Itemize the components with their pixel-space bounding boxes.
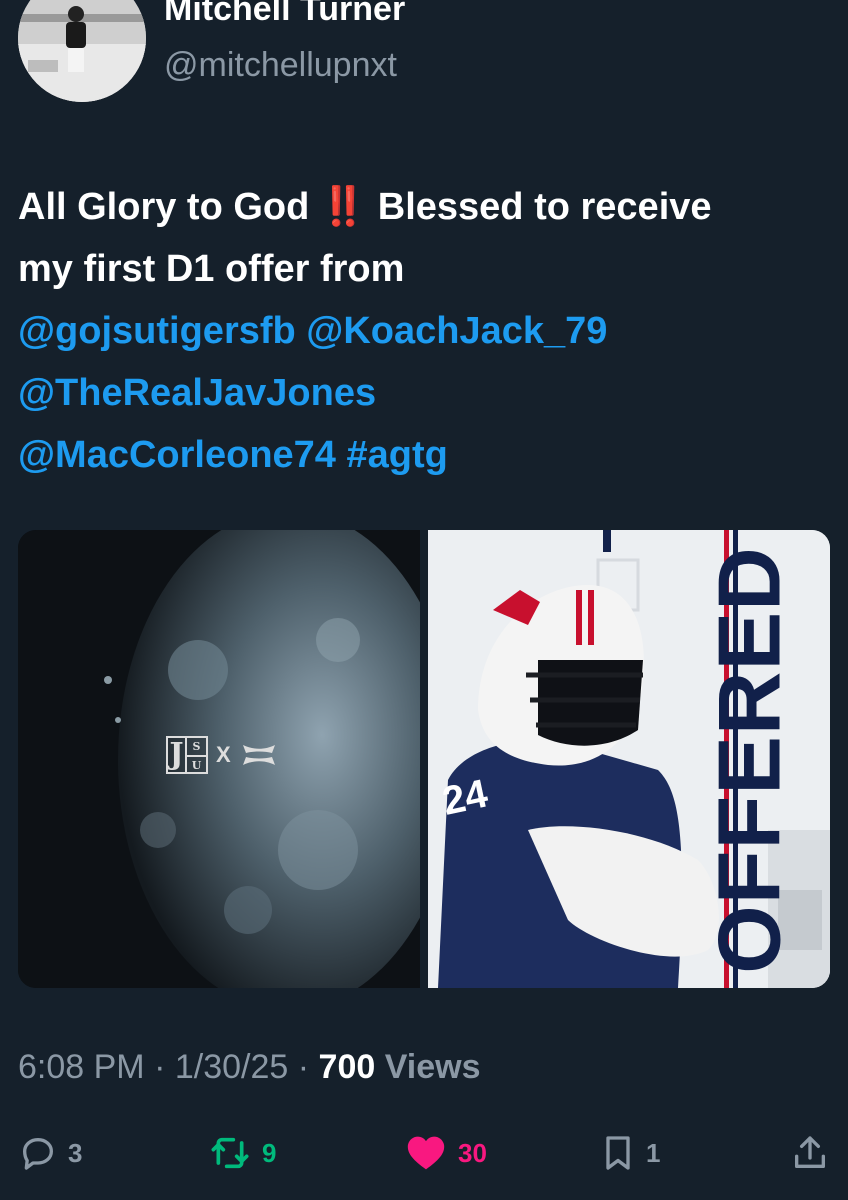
- like-count: 30: [458, 1137, 487, 1168]
- double-exclamation-emoji: ‼️: [319, 186, 368, 228]
- tweet-meta: 6:08 PM · 1/30/25 · 700 Views: [18, 1048, 481, 1087]
- lockup-x: X: [216, 742, 231, 767]
- media-gallery: J S U X 24 OFFERED: [18, 530, 830, 988]
- meta-separator: ·: [297, 1048, 310, 1086]
- tweet-text: All Glory to God ‼️ Blessed to receive m…: [18, 176, 838, 486]
- like-button[interactable]: 30: [404, 1128, 487, 1178]
- repost-count: 9: [262, 1137, 277, 1168]
- media-image-right[interactable]: 24 OFFERED: [428, 530, 830, 988]
- tweet-action-bar: 3 9 30 1: [0, 1128, 848, 1178]
- bookmark-button[interactable]: 1: [600, 1128, 660, 1178]
- heart-icon: [407, 1136, 445, 1170]
- repost-icon: [211, 1137, 249, 1169]
- mention-link[interactable]: @gojsutigersfb: [18, 310, 296, 352]
- views-label: Views: [384, 1048, 481, 1086]
- bookmark-count: 1: [646, 1137, 661, 1168]
- mention-link[interactable]: @TheRealJavJones: [18, 372, 376, 414]
- reply-button[interactable]: 3: [18, 1128, 82, 1178]
- share-button[interactable]: [790, 1128, 830, 1178]
- tweet-date[interactable]: 1/30/25: [175, 1048, 288, 1086]
- jsu-letter-j: J: [168, 738, 187, 774]
- views-count: 700: [318, 1048, 376, 1086]
- reply-icon: [23, 1138, 53, 1170]
- bookmark-icon: [606, 1136, 630, 1170]
- tweet-text-segment: my first D1 offer from: [18, 248, 405, 290]
- under-armour-logo-icon: [242, 745, 275, 765]
- jsu-logo: J S U: [166, 736, 208, 774]
- avatar[interactable]: [18, 0, 146, 102]
- repost-button[interactable]: 9: [208, 1128, 276, 1178]
- mention-link[interactable]: @KoachJack_79: [306, 310, 607, 352]
- hashtag-link[interactable]: #agtg: [347, 434, 448, 476]
- offered-banner-text: OFFERED: [700, 546, 800, 974]
- jsu-letter-u: U: [191, 759, 202, 772]
- author-display-name[interactable]: Mitchell Turner: [164, 0, 405, 29]
- tweet-time[interactable]: 6:08 PM: [18, 1048, 145, 1086]
- jsu-letter-s: S: [187, 738, 206, 757]
- tweet-text-segment: Blessed to receive: [367, 186, 712, 228]
- tweet-text-segment: All Glory to God: [18, 186, 310, 228]
- avatar-photo: [18, 0, 146, 102]
- meta-separator: ·: [154, 1048, 166, 1086]
- mention-link[interactable]: @MacCorleone74: [18, 434, 336, 476]
- reply-count: 3: [68, 1137, 83, 1168]
- offered-banner: OFFERED: [700, 546, 799, 973]
- media-image-left[interactable]: J S U X: [18, 530, 420, 988]
- jsu-under-armour-logo: J S U X: [166, 736, 279, 774]
- share-icon: [795, 1136, 825, 1168]
- author-handle[interactable]: @mitchellupnxt: [164, 46, 397, 85]
